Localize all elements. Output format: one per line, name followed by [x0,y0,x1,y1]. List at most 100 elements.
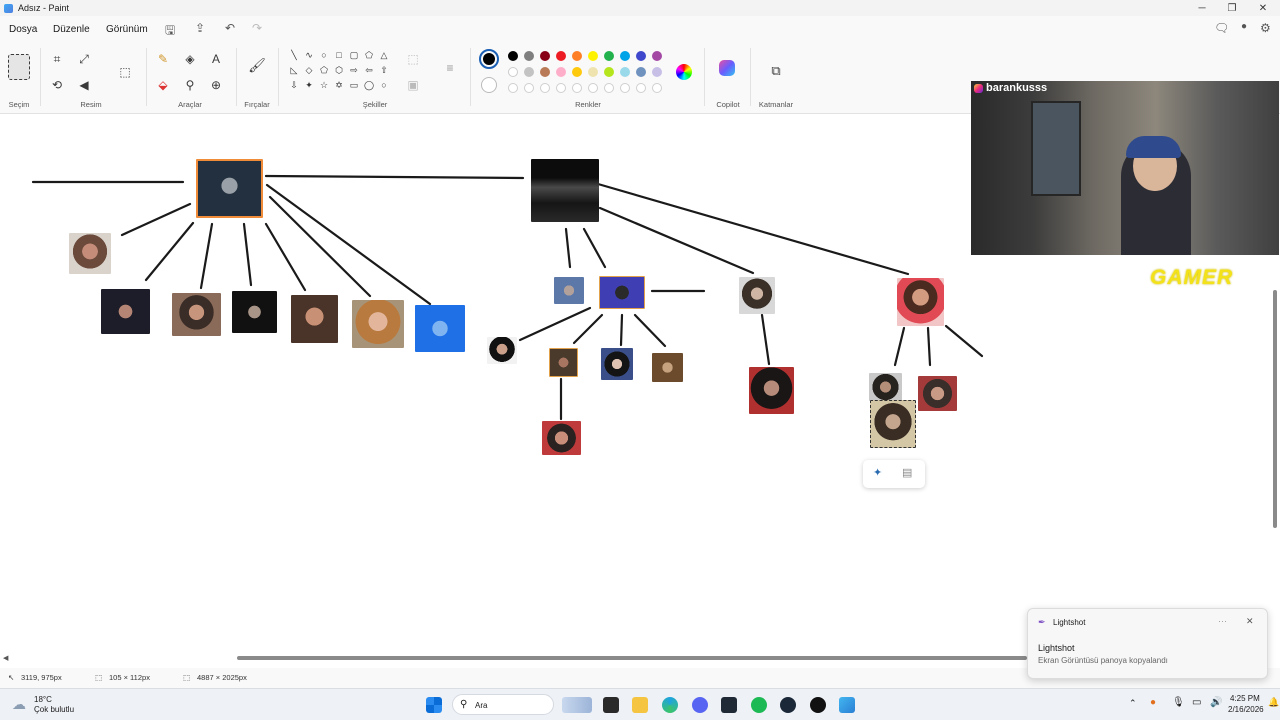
rotate-icon[interactable]: ⟲ [49,77,65,93]
maximize-button[interactable]: ❐ [1217,0,1247,16]
callout-cloud-shape-icon[interactable]: ○ [378,80,390,90]
vertical-scrollbar-thumb[interactable] [1273,290,1277,528]
edge-browser-icon[interactable] [662,697,678,713]
discord-icon[interactable] [692,697,708,713]
photo-node[interactable] [897,278,944,326]
file-explorer-icon[interactable] [632,697,648,713]
custom-color-slot[interactable] [588,83,598,93]
redo-icon[interactable]: ↷ [252,21,262,35]
fill-bucket-icon[interactable]: ◈ [182,51,198,67]
color-picker-icon[interactable]: ⚲ [182,77,198,93]
steam-icon[interactable] [780,697,796,713]
menu-edit[interactable]: Düzenle [53,24,90,35]
six-point-star-shape-icon[interactable]: ✡ [333,80,345,91]
curve-shape-icon[interactable]: ∿ [303,50,315,61]
photo-node[interactable] [415,305,465,352]
photo-node[interactable] [749,367,794,414]
line-shape-icon[interactable]: ╲ [288,50,300,61]
rectangle-shape-icon[interactable]: □ [333,50,345,60]
notification-bell-icon[interactable]: 🔔 [1268,697,1279,708]
palette-color-swatch[interactable] [588,67,598,77]
palette-color-swatch[interactable] [636,67,646,77]
minimize-button[interactable]: ─ [1187,0,1217,16]
custom-color-slot[interactable] [604,83,614,93]
down-arrow-shape-icon[interactable]: ⇩ [288,80,300,91]
photo-node[interactable] [291,295,338,343]
custom-color-slot[interactable] [572,83,582,93]
search-box[interactable]: ⚲ Ara [452,694,554,715]
palette-color-swatch[interactable] [508,67,518,77]
photo-node[interactable] [652,353,683,382]
photo-node[interactable] [101,289,150,334]
microphone-icon[interactable]: 🎙 [1172,697,1185,708]
custom-color-slot[interactable] [540,83,550,93]
pentagon-shape-icon[interactable]: ⬠ [318,65,330,76]
right-arrow-shape-icon[interactable]: ⇨ [348,65,360,76]
scroll-left-arrow[interactable]: ◀ [3,654,8,662]
account-icon[interactable]: ● [1241,21,1247,32]
shapes-gallery[interactable]: ╲ ∿ ○ □ ▢ ⬠ △ ◺ ◇ ⬠ ⬡ ⇨ ⇦ ⇧ ⇩ ✦ ☆ ✡ ▭ ◯ … [288,50,396,98]
four-point-star-shape-icon[interactable]: ✦ [303,80,315,91]
crop-icon[interactable]: ⌗ [49,51,65,67]
hexagon-shape-icon[interactable]: ⬡ [333,65,345,76]
palette-color-swatch[interactable] [524,51,534,61]
horizontal-scrollbar-thumb[interactable] [237,656,1027,660]
toast-close-icon[interactable]: ✕ [1246,616,1254,627]
photo-node[interactable] [869,373,902,401]
custom-color-slot[interactable] [524,83,534,93]
up-arrow-shape-icon[interactable]: ⇧ [378,65,390,76]
photo-node[interactable] [172,293,221,336]
paint-taskbar-icon[interactable] [839,697,855,713]
resize-icon[interactable]: ⤢ [76,51,92,67]
undo-icon[interactable]: ↶ [225,21,235,35]
notification-toast[interactable]: ✒ Lightshot ··· ✕ Lightshot Ekran Görünt… [1027,608,1268,679]
photo-node[interactable] [542,421,581,455]
task-view-icon[interactable] [603,697,619,713]
start-button[interactable] [426,697,442,713]
tray-overflow-icon[interactable]: ⌃ [1129,698,1137,709]
palette-color-swatch[interactable] [556,67,566,77]
more-options-icon[interactable]: ··· [1218,616,1227,626]
palette-color-swatch[interactable] [572,51,582,61]
flip-icon[interactable]: ◀ [76,77,92,93]
diamond-shape-icon[interactable]: ◇ [303,65,315,76]
five-point-star-shape-icon[interactable]: ☆ [318,80,330,91]
palette-color-swatch[interactable] [620,51,630,61]
palette-color-swatch[interactable] [652,51,662,61]
custom-color-slot[interactable] [636,83,646,93]
photo-node[interactable] [352,300,404,348]
menu-file[interactable]: Dosya [9,24,37,35]
size-icon[interactable]: ≡ [442,60,458,76]
secondary-color-swatch[interactable] [481,77,497,93]
brush-icon[interactable]: 🖌 [248,57,266,73]
custom-color-slot[interactable] [508,83,518,93]
feedback-icon[interactable]: 🗨 [1214,21,1229,35]
custom-color-slot[interactable] [556,83,566,93]
callout-rect-shape-icon[interactable]: ▭ [348,80,360,91]
text-tool-icon[interactable]: A [208,51,224,67]
photo-node[interactable] [549,348,578,377]
callout-oval-shape-icon[interactable]: ◯ [363,80,375,91]
magnifier-icon[interactable]: ⊕ [208,77,224,93]
outline-icon[interactable]: ⬚ [405,51,421,67]
primary-color-swatch[interactable] [479,49,499,69]
palette-color-swatch[interactable] [572,67,582,77]
custom-color-slot[interactable] [620,83,630,93]
selected-photo[interactable] [870,400,916,448]
image-select-icon[interactable]: ⬚ [117,64,133,80]
settings-gear-icon[interactable]: ⚙ [1260,21,1271,35]
battery-icon[interactable]: ▭ [1192,697,1201,708]
palette-color-swatch[interactable] [508,51,518,61]
custom-color-slot[interactable] [652,83,662,93]
layers-icon[interactable]: ⧉ [768,63,784,79]
palette-color-swatch[interactable] [636,51,646,61]
photo-root-left[interactable] [196,159,263,218]
right-triangle-shape-icon[interactable]: ◺ [288,65,300,76]
palette-color-swatch[interactable] [588,51,598,61]
palette-color-swatch[interactable] [540,67,550,77]
volume-icon[interactable]: 🔊 [1210,697,1222,708]
photo-node[interactable] [601,348,633,380]
weather-cloud-icon[interactable]: ☁ [12,696,26,713]
palette-color-swatch[interactable] [620,67,630,77]
widget-button[interactable] [562,697,592,713]
